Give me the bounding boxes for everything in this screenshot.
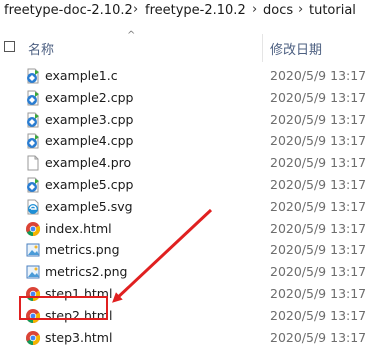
file-date-modified: 2020/5/9 13:17 — [270, 286, 367, 301]
file-date-modified: 2020/5/9 13:17 — [270, 242, 367, 258]
column-header-name[interactable]: 名称 — [28, 39, 54, 58]
file-name[interactable]: example4.pro — [45, 155, 131, 170]
file-date-modified: 2020/5/9 13:17 — [270, 89, 367, 105]
file-name[interactable]: example4.cpp — [45, 133, 133, 148]
vscode-file-icon — [25, 133, 41, 149]
file-name[interactable]: example3.cpp — [45, 112, 133, 127]
breadcrumb-separator[interactable]: › — [252, 2, 257, 17]
breadcrumb: freetype-doc-2.10.2 › freetype-2.10.2 › … — [0, 0, 371, 22]
file-row[interactable]: example5.cpp 2020/5/9 13:17 — [0, 174, 371, 196]
breadcrumb-item-docs[interactable]: docs — [263, 3, 293, 18]
breadcrumb-separator[interactable]: › — [133, 2, 138, 17]
file-name[interactable]: index.html — [45, 221, 112, 236]
file-row[interactable]: example1.c 2020/5/9 13:17 — [0, 65, 371, 87]
vscode-file-icon — [25, 68, 41, 84]
highlight-box — [19, 296, 108, 320]
file-date-modified: 2020/5/9 13:17 — [270, 111, 367, 127]
edge-file-icon — [25, 199, 41, 215]
file-row[interactable]: example4.pro 2020/5/9 13:17 — [0, 152, 371, 174]
file-row[interactable]: step3.html 2020/5/9 13:17 — [0, 327, 371, 349]
file-name[interactable]: example5.svg — [45, 199, 133, 214]
file-date-modified: 2020/5/9 13:17 — [270, 68, 367, 83]
sort-ascending-icon: ^ — [127, 30, 136, 41]
column-divider[interactable] — [262, 34, 263, 62]
file-name[interactable]: example1.c — [45, 68, 118, 83]
vscode-file-icon — [25, 112, 41, 128]
breadcrumb-separator[interactable]: › — [298, 2, 303, 17]
file-date-modified: 2020/5/9 13:17 — [270, 307, 367, 323]
file-row[interactable]: metrics2.png 2020/5/9 13:17 — [0, 261, 371, 283]
chrome-file-icon — [25, 221, 41, 237]
file-date-modified: 2020/5/9 13:17 — [270, 198, 367, 214]
image-file-icon — [25, 242, 41, 258]
breadcrumb-item-freetype-doc[interactable]: freetype-doc-2.10.2 — [4, 3, 133, 18]
file-row[interactable]: example4.cpp 2020/5/9 13:17 — [0, 130, 371, 152]
file-date-modified: 2020/5/9 13:17 — [270, 329, 367, 345]
file-date-modified: 2020/5/9 13:17 — [270, 264, 367, 280]
chrome-file-icon — [25, 330, 41, 346]
vscode-file-icon — [25, 177, 41, 193]
file-row[interactable]: example5.svg 2020/5/9 13:17 — [0, 196, 371, 218]
image-file-icon — [25, 264, 41, 280]
vscode-file-icon — [25, 90, 41, 106]
breadcrumb-item-freetype[interactable]: freetype-2.10.2 — [145, 3, 246, 18]
file-date-modified: 2020/5/9 13:17 — [270, 177, 367, 192]
file-name[interactable]: metrics2.png — [45, 264, 127, 279]
file-name[interactable]: metrics.png — [45, 242, 120, 257]
column-header-date-modified[interactable]: 修改日期 — [270, 39, 322, 58]
file-row[interactable]: example2.cpp 2020/5/9 13:17 — [0, 87, 371, 109]
column-header-row: ^ 名称 修改日期 — [0, 30, 371, 64]
file-date-modified: 2020/5/9 13:17 — [270, 133, 367, 149]
breadcrumb-item-tutorial[interactable]: tutorial — [309, 3, 356, 18]
file-date-modified: 2020/5/9 13:17 — [270, 155, 367, 171]
file-row[interactable]: metrics.png 2020/5/9 13:17 — [0, 239, 371, 261]
blank-file-icon — [25, 155, 41, 171]
select-all-checkbox[interactable] — [4, 41, 15, 52]
file-row[interactable]: example3.cpp 2020/5/9 13:17 — [0, 109, 371, 131]
file-row[interactable]: index.html 2020/5/9 13:17 — [0, 218, 371, 240]
file-name[interactable]: example2.cpp — [45, 90, 133, 105]
file-name[interactable]: step3.html — [45, 330, 112, 345]
file-name[interactable]: example5.cpp — [45, 177, 133, 192]
file-date-modified: 2020/5/9 13:17 — [270, 220, 367, 236]
